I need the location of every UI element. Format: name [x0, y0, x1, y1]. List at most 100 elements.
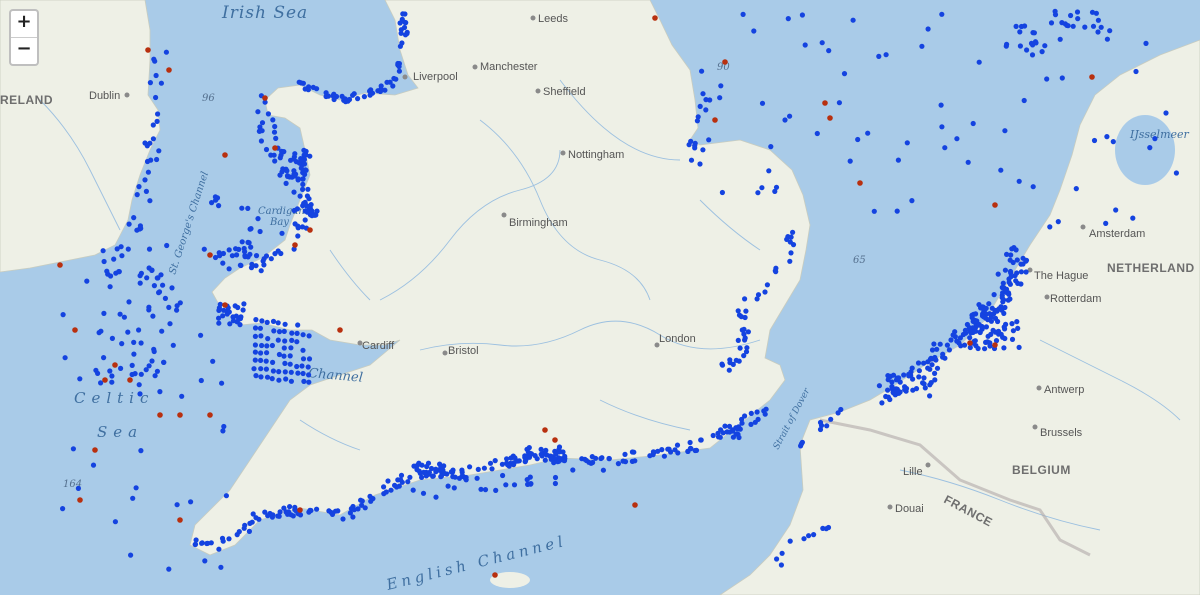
map-marker[interactable] — [381, 491, 387, 497]
map-marker[interactable] — [751, 28, 757, 34]
map-marker[interactable] — [264, 319, 270, 325]
map-marker[interactable] — [304, 209, 310, 215]
map-marker[interactable] — [1042, 43, 1048, 49]
map-marker[interactable] — [240, 307, 246, 313]
map-marker[interactable] — [152, 373, 158, 379]
map-marker[interactable] — [1103, 220, 1109, 226]
map-marker[interactable] — [975, 345, 981, 352]
map-marker[interactable] — [1095, 29, 1101, 35]
map-marker[interactable] — [1013, 278, 1019, 284]
map-marker[interactable] — [177, 412, 183, 418]
map-marker[interactable] — [482, 487, 489, 493]
map-marker[interactable] — [743, 308, 749, 314]
map-marker[interactable] — [248, 226, 254, 232]
map-marker[interactable] — [134, 192, 140, 198]
map-marker[interactable] — [129, 371, 135, 378]
map-marker[interactable] — [265, 513, 271, 519]
map-marker[interactable] — [281, 353, 287, 359]
map-marker[interactable] — [137, 280, 143, 286]
map-marker[interactable] — [307, 227, 313, 233]
map-marker[interactable] — [998, 331, 1004, 337]
map-marker[interactable] — [169, 285, 175, 291]
map-marker[interactable] — [901, 372, 907, 378]
map-marker[interactable] — [841, 71, 848, 77]
map-marker[interactable] — [268, 256, 274, 262]
map-marker[interactable] — [759, 185, 765, 191]
map-marker[interactable] — [752, 419, 758, 425]
map-marker[interactable] — [688, 157, 695, 163]
map-marker[interactable] — [487, 460, 494, 466]
map-marker[interactable] — [999, 284, 1005, 291]
map-marker[interactable] — [288, 369, 294, 375]
map-marker[interactable] — [270, 117, 276, 123]
map-marker[interactable] — [510, 462, 517, 468]
map-marker[interactable] — [252, 325, 259, 331]
map-marker[interactable] — [394, 484, 400, 490]
map-marker[interactable] — [294, 206, 300, 212]
map-marker[interactable] — [528, 451, 535, 457]
map-marker[interactable] — [216, 203, 222, 209]
map-marker[interactable] — [292, 221, 298, 227]
map-marker[interactable] — [1147, 145, 1153, 151]
map-marker[interactable] — [986, 301, 992, 307]
map-marker[interactable] — [302, 217, 308, 223]
map-marker[interactable] — [1001, 345, 1007, 351]
map-marker[interactable] — [727, 357, 733, 363]
map-marker[interactable] — [174, 502, 180, 508]
map-marker[interactable] — [295, 233, 301, 239]
map-marker[interactable] — [1143, 40, 1149, 47]
map-marker[interactable] — [1098, 24, 1104, 30]
map-marker[interactable] — [1023, 269, 1029, 275]
map-marker[interactable] — [156, 148, 162, 154]
map-marker[interactable] — [276, 369, 282, 375]
map-marker[interactable] — [264, 374, 271, 380]
map-marker[interactable] — [1013, 247, 1019, 253]
map-marker[interactable] — [306, 196, 312, 202]
map-marker[interactable] — [715, 430, 721, 436]
map-marker[interactable] — [262, 95, 268, 101]
map-marker[interactable] — [146, 246, 153, 252]
map-marker[interactable] — [292, 242, 298, 248]
map-marker[interactable] — [281, 345, 287, 351]
map-marker[interactable] — [543, 447, 549, 453]
map-marker[interactable] — [235, 304, 241, 311]
map-marker[interactable] — [166, 566, 172, 572]
map-marker[interactable] — [906, 373, 912, 379]
map-marker[interactable] — [932, 370, 938, 376]
map-marker[interactable] — [378, 83, 384, 89]
map-marker[interactable] — [151, 56, 157, 62]
map-marker[interactable] — [934, 346, 940, 352]
map-marker[interactable] — [735, 426, 741, 432]
map-marker[interactable] — [414, 467, 420, 473]
map-marker[interactable] — [351, 507, 357, 513]
map-marker[interactable] — [138, 340, 144, 346]
map-marker[interactable] — [308, 202, 314, 208]
map-marker[interactable] — [894, 208, 900, 214]
map-marker[interactable] — [298, 80, 304, 86]
map-marker[interactable] — [245, 239, 251, 245]
zoom-in-button[interactable]: + — [11, 11, 37, 37]
map-marker[interactable] — [779, 550, 785, 556]
map-marker[interactable] — [157, 412, 163, 418]
map-marker[interactable] — [245, 205, 251, 211]
map-marker[interactable] — [1031, 30, 1037, 36]
map-marker[interactable] — [154, 118, 160, 124]
map-marker[interactable] — [902, 387, 908, 393]
map-marker[interactable] — [788, 250, 794, 256]
map-marker[interactable] — [1163, 110, 1169, 116]
map-marker[interactable] — [258, 366, 264, 372]
map-marker[interactable] — [973, 318, 979, 324]
map-marker[interactable] — [871, 208, 877, 214]
map-marker[interactable] — [405, 479, 411, 485]
map-marker[interactable] — [209, 200, 215, 206]
map-marker[interactable] — [855, 136, 861, 143]
map-marker[interactable] — [109, 379, 115, 385]
map-marker[interactable] — [167, 321, 173, 327]
map-marker[interactable] — [988, 318, 995, 324]
map-marker[interactable] — [150, 122, 156, 128]
map-marker[interactable] — [421, 469, 427, 475]
map-marker[interactable] — [96, 330, 102, 336]
map-marker[interactable] — [787, 538, 793, 544]
map-marker[interactable] — [288, 378, 294, 384]
map-marker[interactable] — [632, 458, 638, 464]
